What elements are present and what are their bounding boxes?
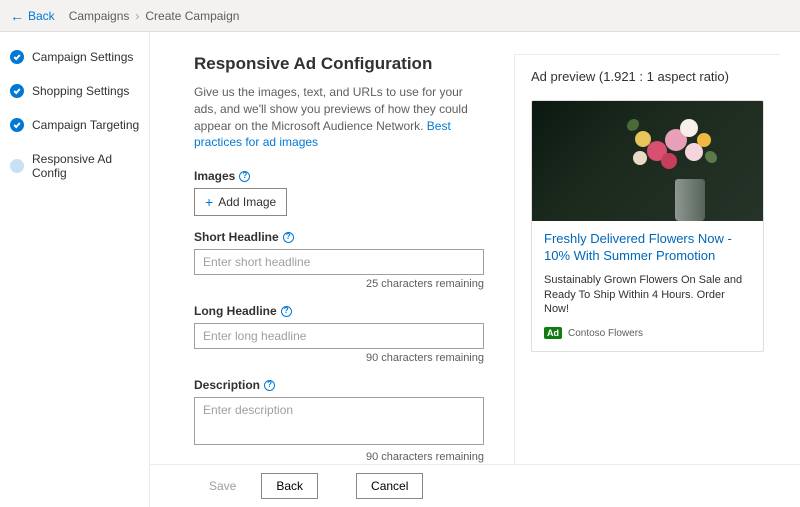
long-headline-input[interactable] xyxy=(194,323,484,349)
back-label: Back xyxy=(28,9,55,23)
description-label: Description xyxy=(194,378,260,392)
preview-image xyxy=(532,101,763,221)
step-label: Shopping Settings xyxy=(32,84,129,98)
cancel-button[interactable]: Cancel xyxy=(356,473,423,499)
info-icon[interactable]: ? xyxy=(264,380,275,391)
step-campaign-targeting[interactable]: Campaign Targeting xyxy=(10,118,149,132)
description-input[interactable] xyxy=(194,397,484,445)
step-responsive-ad-config[interactable]: Responsive Ad Config xyxy=(10,152,149,180)
back-link[interactable]: ← Back xyxy=(10,9,55,23)
form-column: Responsive Ad Configuration Give us the … xyxy=(194,54,484,507)
preview-brand-row: Ad Contoso Flowers xyxy=(544,327,751,339)
step-campaign-settings[interactable]: Campaign Settings xyxy=(10,50,149,64)
info-icon[interactable]: ? xyxy=(239,171,250,182)
images-label: Images xyxy=(194,169,235,183)
preview-headline: Freshly Delivered Flowers Now - 10% With… xyxy=(544,231,751,265)
plus-icon: + xyxy=(205,194,213,210)
check-circle-icon xyxy=(10,84,24,98)
preview-brand-name: Contoso Flowers xyxy=(568,328,643,339)
ad-preview-card: Freshly Delivered Flowers Now - 10% With… xyxy=(531,100,764,352)
info-icon[interactable]: ? xyxy=(281,306,292,317)
add-image-label: Add Image xyxy=(218,195,276,209)
current-step-icon xyxy=(10,159,24,173)
page-subtext: Give us the images, text, and URLs to us… xyxy=(194,84,484,151)
vase-icon xyxy=(675,179,705,221)
add-image-button[interactable]: + Add Image xyxy=(194,188,287,216)
long-headline-label: Long Headline xyxy=(194,304,277,318)
arrow-left-icon: ← xyxy=(10,9,24,23)
short-headline-input[interactable] xyxy=(194,249,484,275)
long-headline-remaining: 90 characters remaining xyxy=(194,352,484,364)
breadcrumb-campaigns[interactable]: Campaigns xyxy=(69,9,130,23)
description-field: Description ? 90 characters remaining xyxy=(194,378,484,463)
images-field: Images ? + Add Image xyxy=(194,169,484,216)
step-label: Campaign Targeting xyxy=(32,118,139,132)
long-headline-field: Long Headline ? 90 characters remaining xyxy=(194,304,484,364)
breadcrumb: Campaigns › Create Campaign xyxy=(69,9,240,23)
save-button[interactable]: Save xyxy=(194,473,251,499)
short-headline-field: Short Headline ? 25 characters remaining xyxy=(194,230,484,290)
description-remaining: 90 characters remaining xyxy=(194,451,484,463)
check-circle-icon xyxy=(10,118,24,132)
step-shopping-settings[interactable]: Shopping Settings xyxy=(10,84,149,98)
preview-column: Ad preview (1.921 : 1 aspect ratio) xyxy=(514,54,780,507)
step-label: Responsive Ad Config xyxy=(32,152,149,180)
main-content: Responsive Ad Configuration Give us the … xyxy=(150,32,800,507)
step-label: Campaign Settings xyxy=(32,50,133,64)
info-icon[interactable]: ? xyxy=(283,232,294,243)
page-title: Responsive Ad Configuration xyxy=(194,54,484,74)
preview-title: Ad preview (1.921 : 1 aspect ratio) xyxy=(531,69,764,84)
breadcrumb-create-campaign: Create Campaign xyxy=(145,9,239,23)
step-sidebar: Campaign Settings Shopping Settings Camp… xyxy=(0,32,150,507)
short-headline-remaining: 25 characters remaining xyxy=(194,278,484,290)
preview-description: Sustainably Grown Flowers On Sale and Re… xyxy=(544,273,751,318)
footer-bar: Save Back Cancel xyxy=(150,464,800,507)
top-bar: ← Back Campaigns › Create Campaign xyxy=(0,0,800,32)
back-button[interactable]: Back xyxy=(261,473,318,499)
chevron-right-icon: › xyxy=(135,9,139,23)
short-headline-label: Short Headline xyxy=(194,230,279,244)
check-circle-icon xyxy=(10,50,24,64)
ad-badge: Ad xyxy=(544,327,562,339)
